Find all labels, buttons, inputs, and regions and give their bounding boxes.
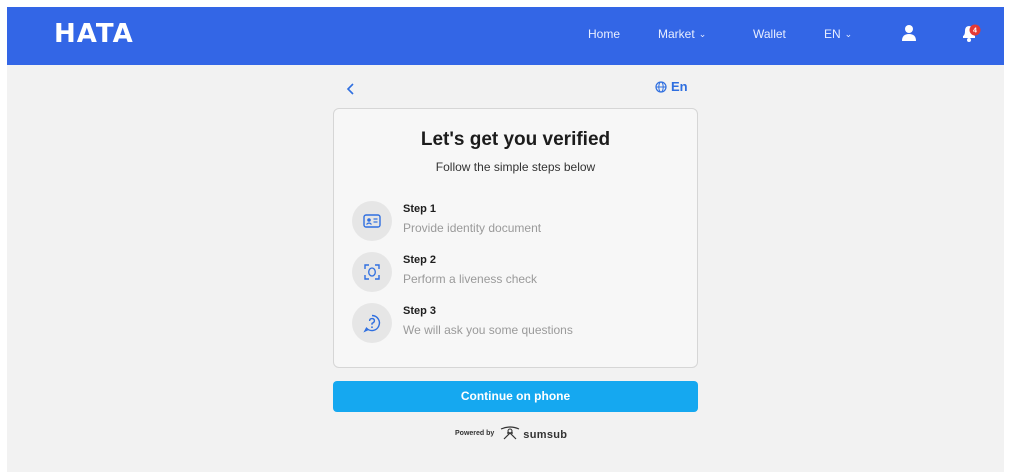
step-1: Step 1 Provide identity document	[352, 201, 682, 245]
powered-by-sumsub[interactable]: Powered by sumsub	[455, 425, 567, 443]
nav-market[interactable]: Market ⌄	[658, 27, 706, 41]
verification-subtitle: Follow the simple steps below	[435, 160, 596, 174]
verification-title: Let's get you verified	[420, 129, 611, 150]
step-3: Step 3 We will ask you some questions	[352, 303, 682, 347]
nav-language-label: EN	[824, 27, 841, 41]
step-icon-circle	[352, 303, 392, 343]
chevron-down-icon: ⌄	[698, 29, 707, 39]
step-label: Step 1	[403, 203, 437, 215]
hata-logo[interactable]: HATA	[54, 19, 134, 49]
step-label: Step 2	[403, 254, 437, 266]
face-scan-icon	[364, 264, 380, 280]
notification-bell-icon[interactable]: 4	[960, 23, 982, 43]
nav-language[interactable]: EN ⌄	[824, 27, 852, 41]
verification-card: Let's get you verified Follow the simple…	[333, 108, 698, 368]
step-icon-circle	[352, 252, 392, 292]
sumsub-logo-icon	[501, 426, 520, 440]
language-label: En	[671, 79, 688, 94]
continue-on-phone-button[interactable]: Continue on phone	[333, 381, 698, 412]
step-icon-circle	[352, 201, 392, 241]
chevron-left-icon	[346, 83, 354, 95]
step-description: Perform a liveness check	[403, 272, 538, 286]
chevron-down-icon: ⌄	[844, 29, 853, 39]
step-description: We will ask you some questions	[403, 323, 573, 337]
nav-wallet[interactable]: Wallet	[753, 27, 786, 41]
id-card-icon	[363, 214, 381, 228]
nav-home[interactable]: Home	[588, 27, 620, 41]
back-button[interactable]	[346, 82, 362, 100]
step-label: Step 3	[403, 305, 437, 317]
app-frame: HATA Home Market ⌄ Wallet EN ⌄ 4 En Let'…	[7, 7, 1004, 472]
nav-market-label: Market	[658, 27, 695, 41]
question-icon	[363, 314, 381, 333]
language-selector[interactable]: En	[655, 79, 688, 94]
top-navigation-bar: HATA Home Market ⌄ Wallet EN ⌄ 4	[7, 7, 1004, 65]
notification-badge-count: 4	[973, 28, 977, 35]
step-2: Step 2 Perform a liveness check	[352, 252, 682, 296]
user-icon[interactable]	[901, 24, 917, 42]
step-description: Provide identity document	[403, 221, 542, 235]
powered-by-label: Powered by	[455, 430, 495, 437]
provider-name: sumsub	[523, 429, 568, 441]
globe-icon	[655, 81, 667, 93]
